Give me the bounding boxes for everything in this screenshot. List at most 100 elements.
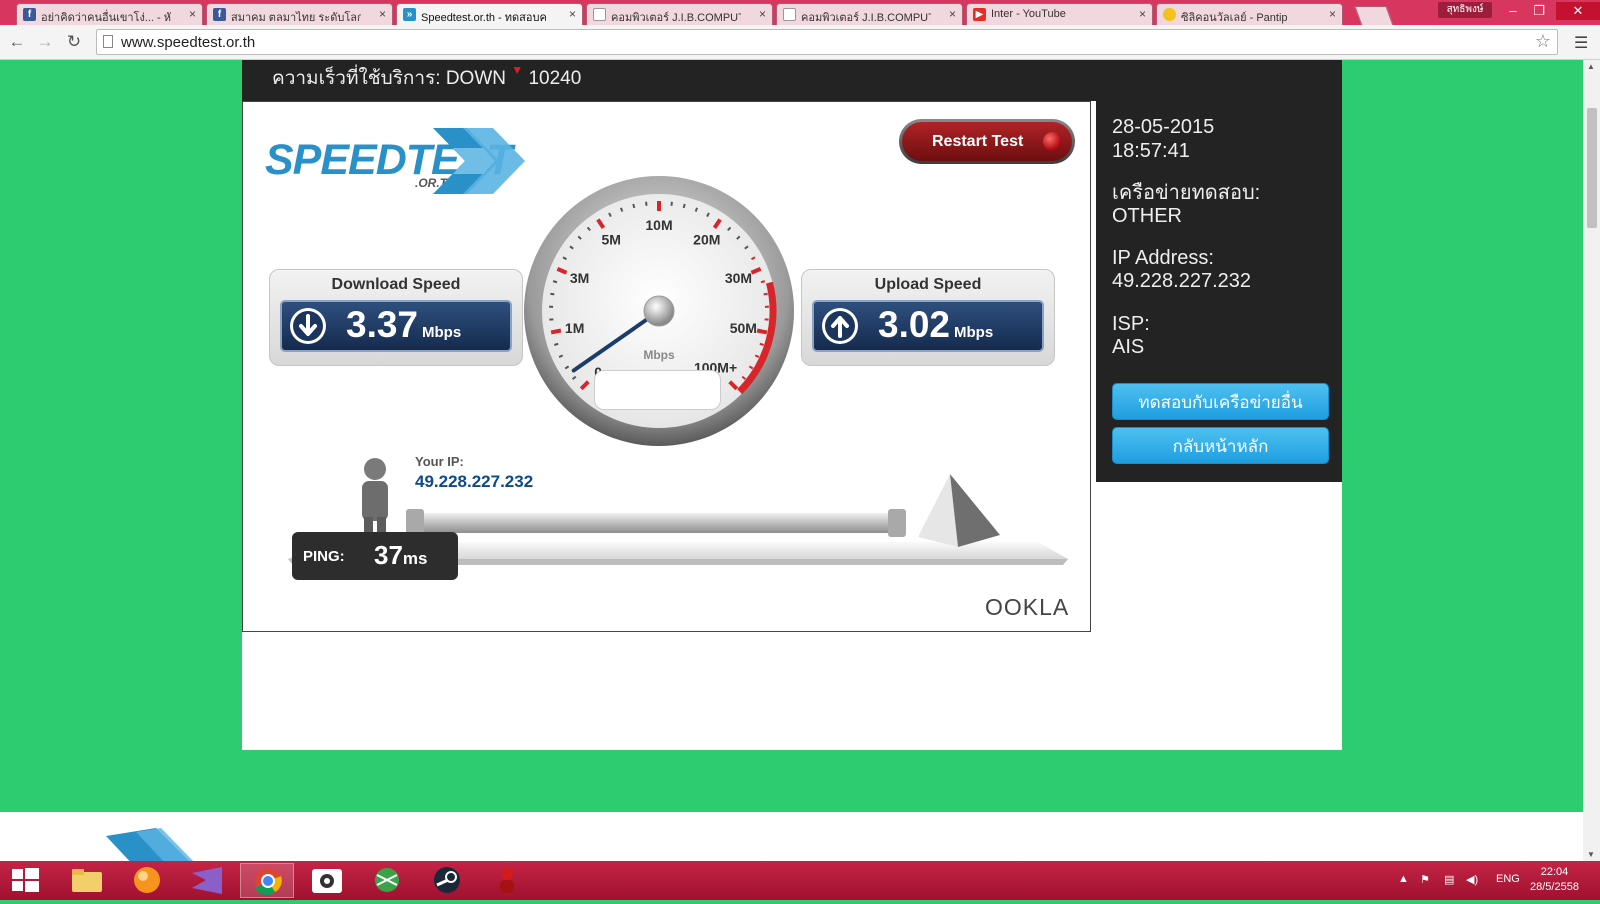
windows-logo-icon bbox=[0, 863, 54, 898]
close-window-icon[interactable]: ✕ bbox=[1556, 2, 1600, 20]
upload-arrow-icon bbox=[822, 308, 858, 344]
address-url[interactable]: www.speedtest.or.th bbox=[121, 34, 255, 51]
start-button[interactable] bbox=[0, 863, 54, 898]
browser-tab-bar: f อย่าคิดว่าคนอื่นเขาโง่... - หักดิ × f … bbox=[0, 0, 1600, 25]
globe-icon bbox=[360, 863, 414, 898]
service-speed-label: ความเร็วที่ใช้บริการ: DOWN bbox=[272, 68, 506, 89]
menu-icon[interactable]: ☰ bbox=[1574, 33, 1588, 53]
gauge-tick-label: 5M bbox=[601, 231, 620, 247]
page-scrollbar[interactable]: ▲ ▼ bbox=[1583, 60, 1600, 861]
tab-title: ซิลิคอนวัลเลย์ - Pantip bbox=[1181, 8, 1311, 25]
gauge-minor-tick bbox=[764, 294, 768, 295]
tab-title: Inter - YouTube bbox=[991, 8, 1121, 20]
ip-address-label: IP Address: bbox=[1112, 246, 1214, 270]
bookmark-star-icon[interactable]: ☆ bbox=[1535, 31, 1551, 52]
ping-unit: ms bbox=[403, 549, 428, 568]
upload-speed-title: Upload Speed bbox=[802, 276, 1054, 294]
taskbar-steam[interactable] bbox=[420, 863, 474, 898]
tab-pantip[interactable]: ซิลิคอนวัลเลย์ - Pantip × bbox=[1156, 3, 1343, 25]
clock-time: 22:04 bbox=[1530, 865, 1579, 880]
new-tab-button[interactable] bbox=[1354, 6, 1393, 26]
your-ip-value: 49.228.227.232 bbox=[415, 472, 533, 492]
folder-icon bbox=[60, 863, 114, 898]
tab-title: คอมพิวเตอร์ J.I.B.COMPUTE bbox=[801, 8, 931, 25]
gauge-tick-label: 50M bbox=[730, 320, 757, 336]
tab-title: อย่าคิดว่าคนอื่นเขาโง่... - หักดิ bbox=[41, 8, 171, 25]
ping-label: PING: bbox=[303, 548, 345, 565]
profile-badge[interactable]: สุทธิพงษ์ bbox=[1438, 2, 1492, 18]
restore-icon[interactable]: ❐ bbox=[1526, 2, 1552, 20]
download-speed-title: Download Speed bbox=[270, 276, 522, 294]
minimize-icon[interactable]: – bbox=[1500, 2, 1526, 20]
tab-title: สมาคม ตลมาไทย ระดับโลก - bbox=[231, 8, 361, 25]
forward-icon[interactable]: → bbox=[34, 31, 56, 53]
tray-network-icon[interactable]: ▤ bbox=[1444, 873, 1454, 886]
upload-speed-value: 3.02 bbox=[878, 304, 950, 345]
upload-speed-panel: Upload Speed 3.02Mbps bbox=[801, 269, 1055, 366]
tray-expand-icon[interactable]: ▲ bbox=[1398, 873, 1409, 885]
tab-close-icon[interactable]: × bbox=[949, 7, 956, 21]
facebook-icon: f bbox=[23, 8, 36, 21]
taskbar-chrome[interactable] bbox=[240, 863, 294, 898]
tab-jib-2[interactable]: คอมพิวเตอร์ J.I.B.COMPUTE × bbox=[776, 3, 963, 25]
back-icon[interactable]: ← bbox=[6, 31, 28, 53]
record-dot-icon bbox=[1043, 132, 1062, 151]
gauge-unit-label: Mbps bbox=[643, 348, 675, 362]
tray-volume-icon[interactable]: ◀) bbox=[1466, 873, 1478, 886]
upload-speed-unit: Mbps bbox=[954, 324, 993, 341]
ookla-logo[interactable]: OOKLA bbox=[985, 594, 1069, 621]
taskbar-visual-studio[interactable] bbox=[180, 863, 234, 898]
download-arrow-icon bbox=[290, 308, 326, 344]
gauge-minor-tick bbox=[696, 208, 697, 212]
tab-close-icon[interactable]: × bbox=[1139, 7, 1146, 21]
taskbar-camera-app[interactable] bbox=[300, 863, 354, 898]
page-icon bbox=[593, 8, 606, 21]
back-to-home-button[interactable]: กลับหน้าหลัก bbox=[1112, 427, 1329, 464]
scrollbar-thumb[interactable] bbox=[1587, 108, 1597, 228]
gauge-minor-tick bbox=[554, 344, 558, 345]
gauge-minor-tick bbox=[553, 281, 557, 282]
taskbar-file-explorer[interactable] bbox=[60, 863, 114, 898]
tab-close-icon[interactable]: × bbox=[759, 7, 766, 21]
clock-date: 28/5/2558 bbox=[1530, 880, 1579, 895]
service-speed-bar: ความเร็วที่ใช้บริการ: DOWN ▼ 10240 bbox=[242, 60, 1342, 101]
tab-title: คอมพิวเตอร์ J.I.B.COMPUTE bbox=[611, 8, 741, 25]
windows-taskbar: ▲ ⚑ ▤ ◀) ENG 22:04 28/5/2558 bbox=[0, 861, 1600, 900]
test-other-network-button[interactable]: ทดสอบกับเครือข่ายอื่น bbox=[1112, 383, 1329, 420]
down-arrow-icon: ▼ bbox=[511, 63, 523, 77]
restart-test-button[interactable]: Restart Test bbox=[899, 119, 1075, 164]
tab-speedtest[interactable]: » Speedtest.or.th - ทดสอบค × bbox=[396, 3, 583, 26]
steam-icon bbox=[420, 863, 474, 898]
download-speed-unit: Mbps bbox=[422, 324, 461, 341]
reload-icon[interactable]: ↻ bbox=[63, 31, 85, 53]
taskbar-app-orange[interactable] bbox=[120, 863, 174, 898]
tab-facebook-2[interactable]: f สมาคม ตลมาไทย ระดับโลก - × bbox=[206, 3, 393, 25]
tray-flag-icon[interactable]: ⚑ bbox=[1420, 873, 1430, 886]
tab-close-icon[interactable]: × bbox=[1329, 7, 1336, 21]
test-info-panel: 28-05-2015 18:57:41 เครือข่ายทดสอบ: OTHE… bbox=[1096, 101, 1342, 482]
address-bar[interactable]: www.speedtest.or.th ☆ bbox=[96, 29, 1558, 55]
taskbar-clock[interactable]: 22:04 28/5/2558 bbox=[1530, 865, 1579, 895]
logo-chevron-icon bbox=[433, 128, 533, 194]
tab-facebook-1[interactable]: f อย่าคิดว่าคนอื่นเขาโง่... - หักดิ × bbox=[16, 3, 203, 25]
tab-close-icon[interactable]: × bbox=[379, 7, 386, 21]
tab-close-icon[interactable]: × bbox=[189, 7, 196, 21]
gauge-minor-tick bbox=[621, 208, 622, 212]
download-speed-value: 3.37 bbox=[346, 304, 418, 345]
network-label: เครือข่ายทดสอบ: bbox=[1112, 181, 1260, 205]
taskbar-app-red[interactable] bbox=[480, 863, 534, 898]
speedtest-widget: SPEEDTEST .OR.TH Restart Test Download S… bbox=[242, 101, 1091, 632]
gauge-hub bbox=[644, 296, 674, 326]
tab-close-icon[interactable]: × bbox=[569, 7, 576, 21]
red-figure-icon bbox=[480, 863, 534, 898]
tab-jib-1[interactable]: คอมพิวเตอร์ J.I.B.COMPUTE × bbox=[586, 3, 773, 25]
tray-language[interactable]: ENG bbox=[1496, 873, 1520, 885]
gauge-minor-tick bbox=[633, 204, 634, 208]
download-speed-box: 3.37Mbps bbox=[280, 300, 512, 352]
tab-youtube[interactable]: ▶ Inter - YouTube × bbox=[966, 3, 1153, 25]
gauge-major-tick bbox=[757, 331, 767, 333]
speedtest-logo[interactable]: SPEEDTEST .OR.TH bbox=[265, 124, 535, 196]
scroll-down-icon[interactable]: ▼ bbox=[1587, 850, 1595, 859]
taskbar-app-globe[interactable] bbox=[360, 863, 414, 898]
scroll-up-icon[interactable]: ▲ bbox=[1587, 62, 1595, 71]
